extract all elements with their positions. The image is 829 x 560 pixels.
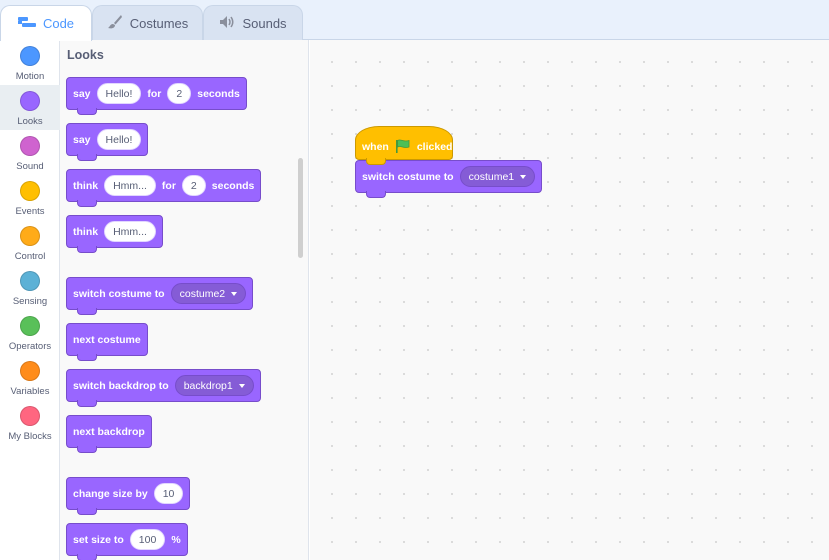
category-label: Variables (10, 386, 50, 397)
block-text: when (362, 141, 389, 153)
block-text: clicked (416, 141, 453, 153)
category-sound[interactable]: Sound (0, 130, 60, 175)
block-text: seconds (197, 87, 240, 100)
category-label: Sensing (12, 296, 48, 307)
tab-code-label: Code (42, 16, 75, 31)
switch-backdrop-block[interactable]: switch backdrop to backdrop1 (66, 369, 261, 407)
category-label: Motion (15, 71, 45, 82)
palette-scrollbar[interactable] (298, 158, 303, 258)
block-text: say (73, 87, 91, 100)
dropdown-value: backdrop1 (183, 379, 233, 392)
category-label: Control (14, 251, 46, 262)
category-label: My Blocks (8, 431, 52, 442)
palette-section-title: Looks (67, 48, 104, 62)
category-events[interactable]: Events (0, 175, 60, 220)
green-flag-icon (395, 139, 411, 156)
category-operators[interactable]: Operators (0, 310, 60, 355)
block-text: switch backdrop to (73, 379, 169, 392)
think-block[interactable]: think Hmm... (66, 215, 163, 253)
category-label: Looks (17, 116, 43, 127)
sensing-color-dot (20, 271, 40, 291)
switch-costume-block[interactable]: switch costume to costume2 (66, 277, 254, 315)
category-label: Sound (16, 161, 44, 172)
tab-sounds[interactable]: Sounds (203, 5, 303, 41)
block-text: think (73, 225, 99, 238)
motion-color-dot (20, 46, 40, 66)
message-input[interactable]: Hmm... (104, 175, 156, 196)
category-motion[interactable]: Motion (0, 40, 60, 85)
brush-icon (107, 14, 123, 33)
block-text: switch costume to (362, 170, 454, 183)
next-costume-block[interactable]: next costume (66, 323, 148, 361)
block-text: change size by (73, 487, 148, 500)
scratch-editor: Code Costumes Sounds Motion Looks Sound (0, 0, 829, 560)
when-flag-clicked-block[interactable]: when clicked (355, 126, 453, 165)
category-label: Operators (8, 341, 52, 352)
my-blocks-color-dot (20, 406, 40, 426)
looks-color-dot (20, 91, 40, 111)
message-input[interactable]: Hmm... (104, 221, 156, 242)
tab-costumes-label: Costumes (129, 16, 189, 31)
dropdown-value: costume1 (468, 170, 515, 183)
block-text: say (73, 133, 91, 146)
chevron-down-icon (520, 174, 527, 179)
tab-code[interactable]: Code (0, 5, 92, 41)
dropdown-value: costume2 (179, 287, 226, 300)
block-text: % (171, 533, 181, 546)
block-text: for (161, 179, 176, 192)
category-sensing[interactable]: Sensing (0, 265, 60, 310)
next-backdrop-block[interactable]: next backdrop (66, 415, 152, 453)
category-looks[interactable]: Looks (0, 85, 60, 130)
category-variables[interactable]: Variables (0, 355, 60, 400)
chevron-down-icon (231, 291, 238, 296)
think-for-seconds-block[interactable]: think Hmm... for 2 seconds (66, 169, 262, 207)
say-block[interactable]: say Hello! (66, 123, 149, 161)
size-input[interactable]: 100 (129, 529, 166, 550)
tab-costumes[interactable]: Costumes (92, 5, 203, 41)
category-label: Events (15, 206, 45, 217)
block-text: next costume (73, 333, 141, 346)
operators-color-dot (20, 316, 40, 336)
block-text: for (147, 87, 162, 100)
seconds-input[interactable]: 2 (167, 83, 192, 104)
code-icon (17, 16, 36, 31)
costume-dropdown[interactable]: costume1 (459, 166, 536, 187)
category-menu: Motion Looks Sound Events Control Sensin… (0, 40, 60, 560)
message-input[interactable]: Hello! (96, 129, 142, 150)
change-size-block[interactable]: change size by 10 (66, 477, 191, 515)
block-text: switch costume to (73, 287, 165, 300)
message-input[interactable]: Hello! (96, 83, 142, 104)
block-text: seconds (211, 179, 255, 192)
script-workspace[interactable]: when clicked switch costume to costume1 (310, 40, 829, 560)
say-for-seconds-block[interactable]: say Hello! for 2 seconds (66, 77, 247, 115)
switch-costume-script-block[interactable]: switch costume to costume1 (355, 160, 543, 198)
block-text: think (73, 179, 99, 192)
seconds-input[interactable]: 2 (181, 175, 206, 196)
category-control[interactable]: Control (0, 220, 60, 265)
block-palette: Looks say Hello! for 2 seconds say Hello… (60, 40, 309, 560)
costume-dropdown[interactable]: costume2 (170, 283, 247, 304)
speaker-icon (219, 15, 235, 32)
chevron-down-icon (238, 383, 245, 388)
category-my-blocks[interactable]: My Blocks (0, 400, 60, 445)
size-change-input[interactable]: 10 (153, 483, 184, 504)
sound-color-dot (20, 136, 40, 156)
events-color-dot (20, 181, 40, 201)
tab-sounds-label: Sounds (242, 16, 287, 31)
tab-bar: Code Costumes Sounds (0, 0, 829, 41)
control-color-dot (20, 226, 40, 246)
variables-color-dot (20, 361, 40, 381)
block-text: set size to (73, 533, 124, 546)
block-text: next backdrop (73, 425, 145, 438)
backdrop-dropdown[interactable]: backdrop1 (174, 375, 254, 396)
set-size-block[interactable]: set size to 100 % (66, 523, 188, 560)
